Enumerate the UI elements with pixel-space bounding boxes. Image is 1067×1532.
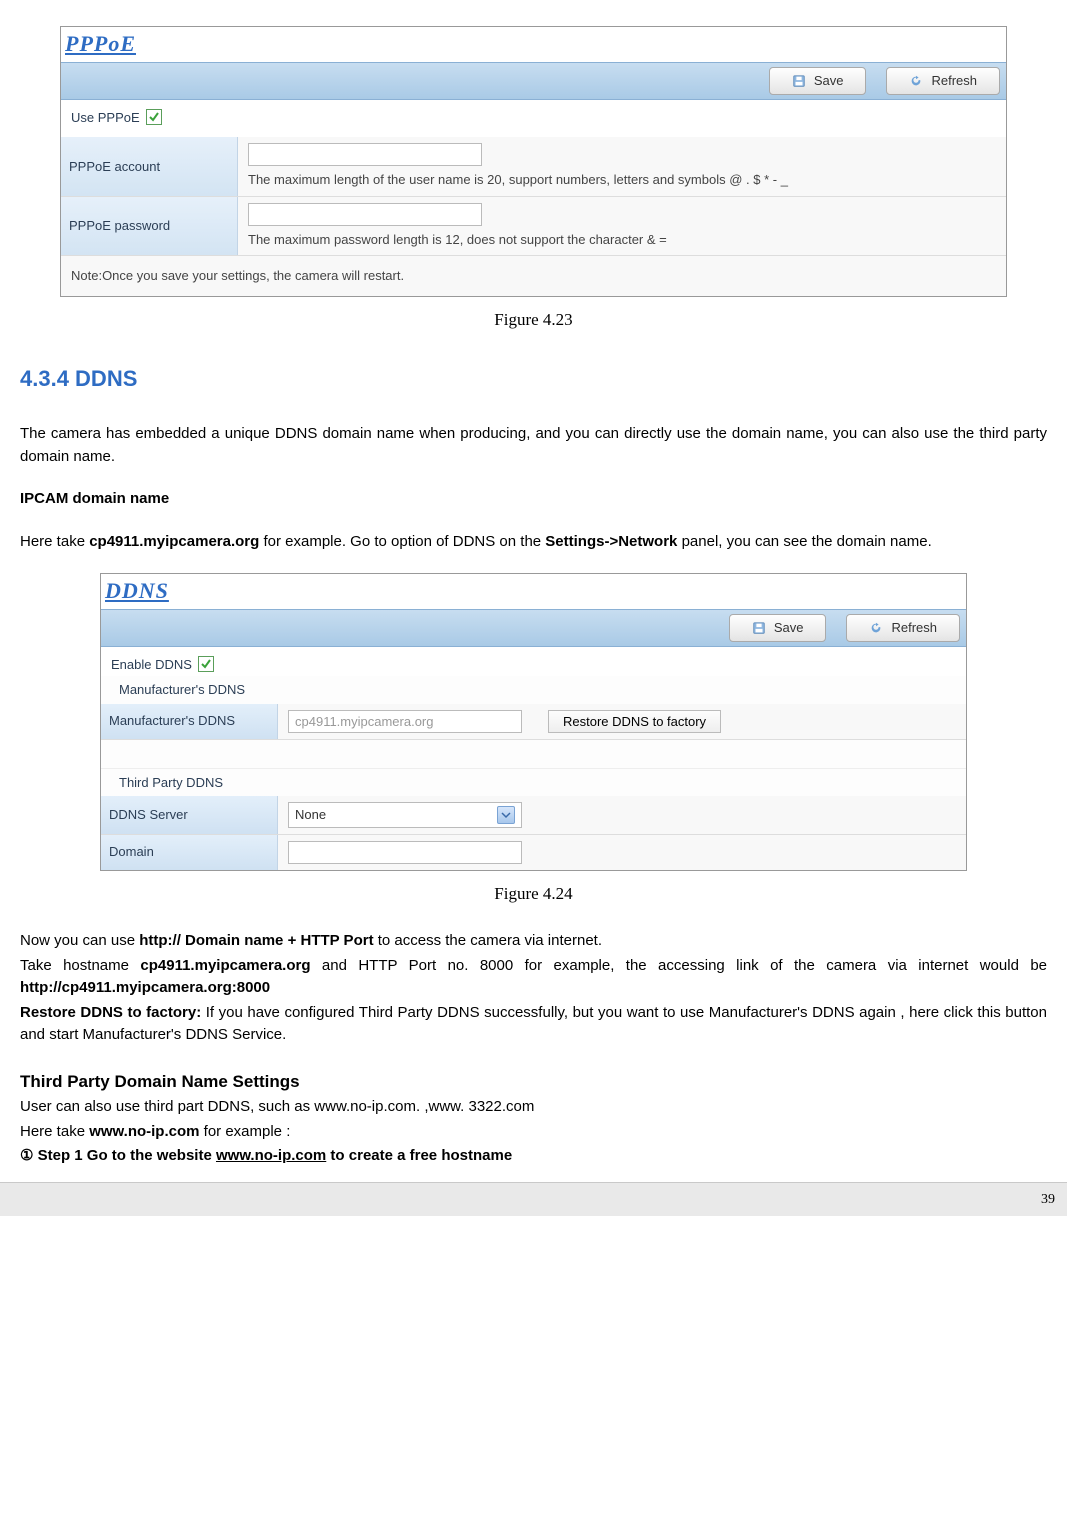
pppoe-panel: PPPoE Save Refresh Use PPPoE PPPoE accou…	[60, 26, 1007, 297]
ddns-title: DDNS	[101, 574, 966, 609]
mfr-ddns-row: Manufacturer's DDNS Restore DDNS to fact…	[101, 704, 966, 740]
enable-ddns-label: Enable DDNS	[111, 655, 192, 675]
ddns-server-select[interactable]: None	[288, 802, 522, 828]
page-number: 39	[1041, 1189, 1055, 1210]
mfr-ddns-input[interactable]	[288, 710, 522, 733]
restore-ddns-button[interactable]: Restore DDNS to factory	[548, 710, 721, 733]
paragraph-2: Here take cp4911.myipcamera.org for exam…	[20, 531, 1047, 554]
chevron-down-icon	[497, 806, 515, 824]
ddns-button-bar: Save Refresh	[101, 609, 966, 647]
mfr-ddns-header: Manufacturer's DDNS	[101, 676, 966, 704]
pppoe-account-label: PPPoE account	[61, 137, 238, 196]
step-1: ① Step 1 Go to the website www.no-ip.com…	[20, 1145, 1047, 1168]
ddns-server-row: DDNS Server None	[101, 796, 966, 835]
mfr-ddns-label: Manufacturer's DDNS	[101, 704, 278, 739]
save-label: Save	[814, 71, 844, 91]
refresh-label: Refresh	[931, 71, 977, 91]
ddns-panel: DDNS Save Refresh Enable DDNS Manufactur…	[100, 573, 967, 871]
paragraph-4: Take hostname cp4911.myipcamera.org and …	[20, 955, 1047, 1000]
pppoe-password-input[interactable]	[248, 203, 482, 226]
ddns-server-label: DDNS Server	[101, 796, 278, 834]
use-pppoe-checkbox[interactable]	[146, 109, 162, 125]
pppoe-account-input[interactable]	[248, 143, 482, 166]
paragraph-5: Restore DDNS to factory: If you have con…	[20, 1002, 1047, 1047]
refresh-icon	[869, 621, 883, 635]
ipcam-heading: IPCAM domain name	[20, 488, 1047, 511]
save-button[interactable]: Save	[769, 67, 867, 95]
pppoe-account-row: PPPoE account The maximum length of the …	[61, 137, 1006, 197]
page-footer: 39	[0, 1182, 1067, 1216]
pppoe-password-row: PPPoE password The maximum password leng…	[61, 197, 1006, 257]
save-icon	[792, 74, 806, 88]
use-pppoe-row: Use PPPoE	[61, 100, 1006, 138]
save-label: Save	[774, 618, 804, 638]
pppoe-button-bar: Save Refresh	[61, 62, 1006, 100]
figure-423-caption: Figure 4.23	[20, 307, 1047, 333]
third-party-heading: Third Party Domain Name Settings	[20, 1069, 1047, 1095]
enable-ddns-row: Enable DDNS	[101, 647, 966, 677]
use-pppoe-label: Use PPPoE	[71, 108, 140, 128]
ddns-server-value: None	[295, 805, 326, 825]
refresh-button[interactable]: Refresh	[886, 67, 1000, 95]
pppoe-password-hint: The maximum password length is 12, does …	[248, 230, 996, 250]
figure-424-caption: Figure 4.24	[20, 881, 1047, 907]
pppoe-account-hint: The maximum length of the user name is 2…	[248, 170, 996, 190]
refresh-icon	[909, 74, 923, 88]
refresh-label: Refresh	[891, 618, 937, 638]
paragraph-3: Now you can use http:// Domain name + HT…	[20, 930, 1047, 953]
paragraph-7: Here take www.no-ip.com for example :	[20, 1121, 1047, 1144]
pppoe-title: PPPoE	[61, 27, 1006, 62]
enable-ddns-checkbox[interactable]	[198, 656, 214, 672]
domain-label: Domain	[101, 835, 278, 870]
paragraph-6: User can also use third part DDNS, such …	[20, 1096, 1047, 1119]
ddns-save-button[interactable]: Save	[729, 614, 827, 642]
pppoe-note: Note:Once you save your settings, the ca…	[61, 256, 1006, 296]
section-heading-ddns: 4.3.4 DDNS	[20, 362, 1047, 395]
third-ddns-header: Third Party DDNS	[101, 768, 966, 797]
pppoe-password-label: PPPoE password	[61, 197, 238, 256]
ddns-refresh-button[interactable]: Refresh	[846, 614, 960, 642]
save-icon	[752, 621, 766, 635]
domain-input[interactable]	[288, 841, 522, 864]
paragraph-1: The camera has embedded a unique DDNS do…	[20, 423, 1047, 468]
domain-row: Domain	[101, 835, 966, 870]
